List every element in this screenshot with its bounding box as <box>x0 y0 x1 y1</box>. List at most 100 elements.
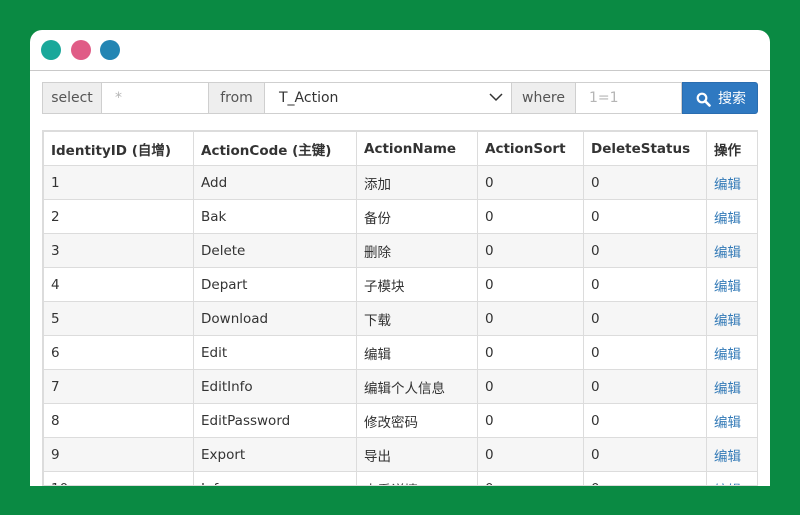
table-row: 10 Info 查看详情 0 0 编辑 <box>43 471 757 486</box>
cell-actionsort: 0 <box>477 403 584 438</box>
column-header-actionsort: ActionSort <box>477 131 584 166</box>
table-select[interactable]: T_Action <box>264 82 512 114</box>
cell-identityid: 9 <box>43 437 194 472</box>
results-table: IdentityID (自增) ActionCode (主键) ActionNa… <box>43 131 757 486</box>
table-row: 8 EditPassword 修改密码 0 0 编辑 <box>43 403 757 438</box>
cell-actionname: 下载 <box>356 301 478 336</box>
where-condition-input[interactable]: 1=1 <box>575 82 682 114</box>
cell-actionsort: 0 <box>477 233 584 268</box>
cell-actionsort: 0 <box>477 369 584 404</box>
cell-identityid: 3 <box>43 233 194 268</box>
table-row: 9 Export 导出 0 0 编辑 <box>43 437 757 472</box>
cell-operation: 编辑 <box>706 437 757 472</box>
cell-actionname: 导出 <box>356 437 478 472</box>
cell-actioncode: Export <box>193 437 357 472</box>
cell-identityid: 10 <box>43 471 194 485</box>
edit-link[interactable]: 编辑 <box>714 483 741 486</box>
cell-operation: 编辑 <box>706 471 757 486</box>
cell-actionname: 编辑 <box>356 335 478 370</box>
cell-actioncode: Edit <box>193 335 357 370</box>
cell-actioncode: Download <box>193 301 357 336</box>
cell-actionsort: 0 <box>477 437 584 472</box>
cell-deletestatus: 0 <box>583 267 707 302</box>
table-row: 3 Delete 删除 0 0 编辑 <box>43 233 757 268</box>
cell-identityid: 6 <box>43 335 194 370</box>
column-header-identityid: IdentityID (自增) <box>43 131 194 166</box>
table-header-row: IdentityID (自增) ActionCode (主键) ActionNa… <box>43 131 757 166</box>
column-header-actionname: ActionName <box>356 131 478 166</box>
search-button-label: 搜索 <box>718 91 746 107</box>
edit-link[interactable]: 编辑 <box>714 381 741 397</box>
cell-identityid: 2 <box>43 199 194 234</box>
cell-operation: 编辑 <box>706 301 757 336</box>
cell-deletestatus: 0 <box>583 471 707 485</box>
cell-actionsort: 0 <box>477 165 584 200</box>
cell-actionsort: 0 <box>477 335 584 370</box>
cell-actioncode: Delete <box>193 233 357 268</box>
cell-deletestatus: 0 <box>583 403 707 438</box>
search-icon <box>696 92 711 107</box>
table-row: 4 Depart 子模块 0 0 编辑 <box>43 267 757 302</box>
table-select-value: T_Action <box>279 90 339 106</box>
window-dot-blue[interactable] <box>100 40 120 60</box>
cell-deletestatus: 0 <box>583 233 707 268</box>
results-table-container: IdentityID (自增) ActionCode (主键) ActionNa… <box>42 130 758 486</box>
cell-actioncode: Depart <box>193 267 357 302</box>
from-label: from <box>208 82 265 114</box>
cell-operation: 编辑 <box>706 267 757 302</box>
cell-operation: 编辑 <box>706 335 757 370</box>
edit-link[interactable]: 编辑 <box>714 313 741 329</box>
window-dot-teal[interactable] <box>41 40 61 60</box>
select-label: select <box>42 82 102 114</box>
cell-operation: 编辑 <box>706 233 757 268</box>
where-label: where <box>511 82 576 114</box>
table-row: 2 Bak 备份 0 0 编辑 <box>43 199 757 234</box>
cell-actionname: 查看详情 <box>356 471 478 485</box>
table-row: 6 Edit 编辑 0 0 编辑 <box>43 335 757 370</box>
cell-deletestatus: 0 <box>583 335 707 370</box>
chevron-down-icon <box>489 93 503 102</box>
edit-link[interactable]: 编辑 <box>714 449 741 465</box>
table-row: 5 Download 下载 0 0 编辑 <box>43 301 757 336</box>
cell-actioncode: Add <box>193 165 357 200</box>
cell-actionsort: 0 <box>477 267 584 302</box>
column-header-deletestatus: DeleteStatus <box>583 131 707 166</box>
edit-link[interactable]: 编辑 <box>714 347 741 363</box>
cell-operation: 编辑 <box>706 199 757 234</box>
column-header-actioncode: ActionCode (主键) <box>193 131 357 166</box>
app-window: select * from T_Action where 1=1 搜索 Iden… <box>30 30 770 486</box>
cell-deletestatus: 0 <box>583 369 707 404</box>
cell-actionsort: 0 <box>477 301 584 336</box>
edit-link[interactable]: 编辑 <box>714 211 741 227</box>
title-bar <box>30 30 770 71</box>
cell-identityid: 4 <box>43 267 194 302</box>
cell-actioncode: EditInfo <box>193 369 357 404</box>
cell-operation: 编辑 <box>706 403 757 438</box>
edit-link[interactable]: 编辑 <box>714 415 741 431</box>
search-button[interactable]: 搜索 <box>682 82 758 114</box>
cell-deletestatus: 0 <box>583 165 707 200</box>
cell-actionname: 子模块 <box>356 267 478 302</box>
cell-identityid: 1 <box>43 165 194 200</box>
edit-link[interactable]: 编辑 <box>714 177 741 193</box>
cell-operation: 编辑 <box>706 369 757 404</box>
edit-link[interactable]: 编辑 <box>714 245 741 261</box>
select-columns-input[interactable]: * <box>101 82 209 114</box>
table-row: 7 EditInfo 编辑个人信息 0 0 编辑 <box>43 369 757 404</box>
cell-deletestatus: 0 <box>583 437 707 472</box>
cell-deletestatus: 0 <box>583 301 707 336</box>
table-row: 1 Add 添加 0 0 编辑 <box>43 165 757 200</box>
query-bar: select * from T_Action where 1=1 搜索 <box>42 82 758 114</box>
cell-actioncode: Info <box>193 471 357 485</box>
window-dot-pink[interactable] <box>71 40 91 60</box>
cell-actioncode: EditPassword <box>193 403 357 438</box>
column-header-operation: 操作 <box>706 131 757 166</box>
cell-operation: 编辑 <box>706 165 757 200</box>
cell-actionname: 添加 <box>356 165 478 200</box>
cell-identityid: 5 <box>43 301 194 336</box>
cell-actionname: 备份 <box>356 199 478 234</box>
edit-link[interactable]: 编辑 <box>714 279 741 295</box>
cell-actionname: 修改密码 <box>356 403 478 438</box>
cell-actionsort: 0 <box>477 199 584 234</box>
cell-identityid: 7 <box>43 369 194 404</box>
